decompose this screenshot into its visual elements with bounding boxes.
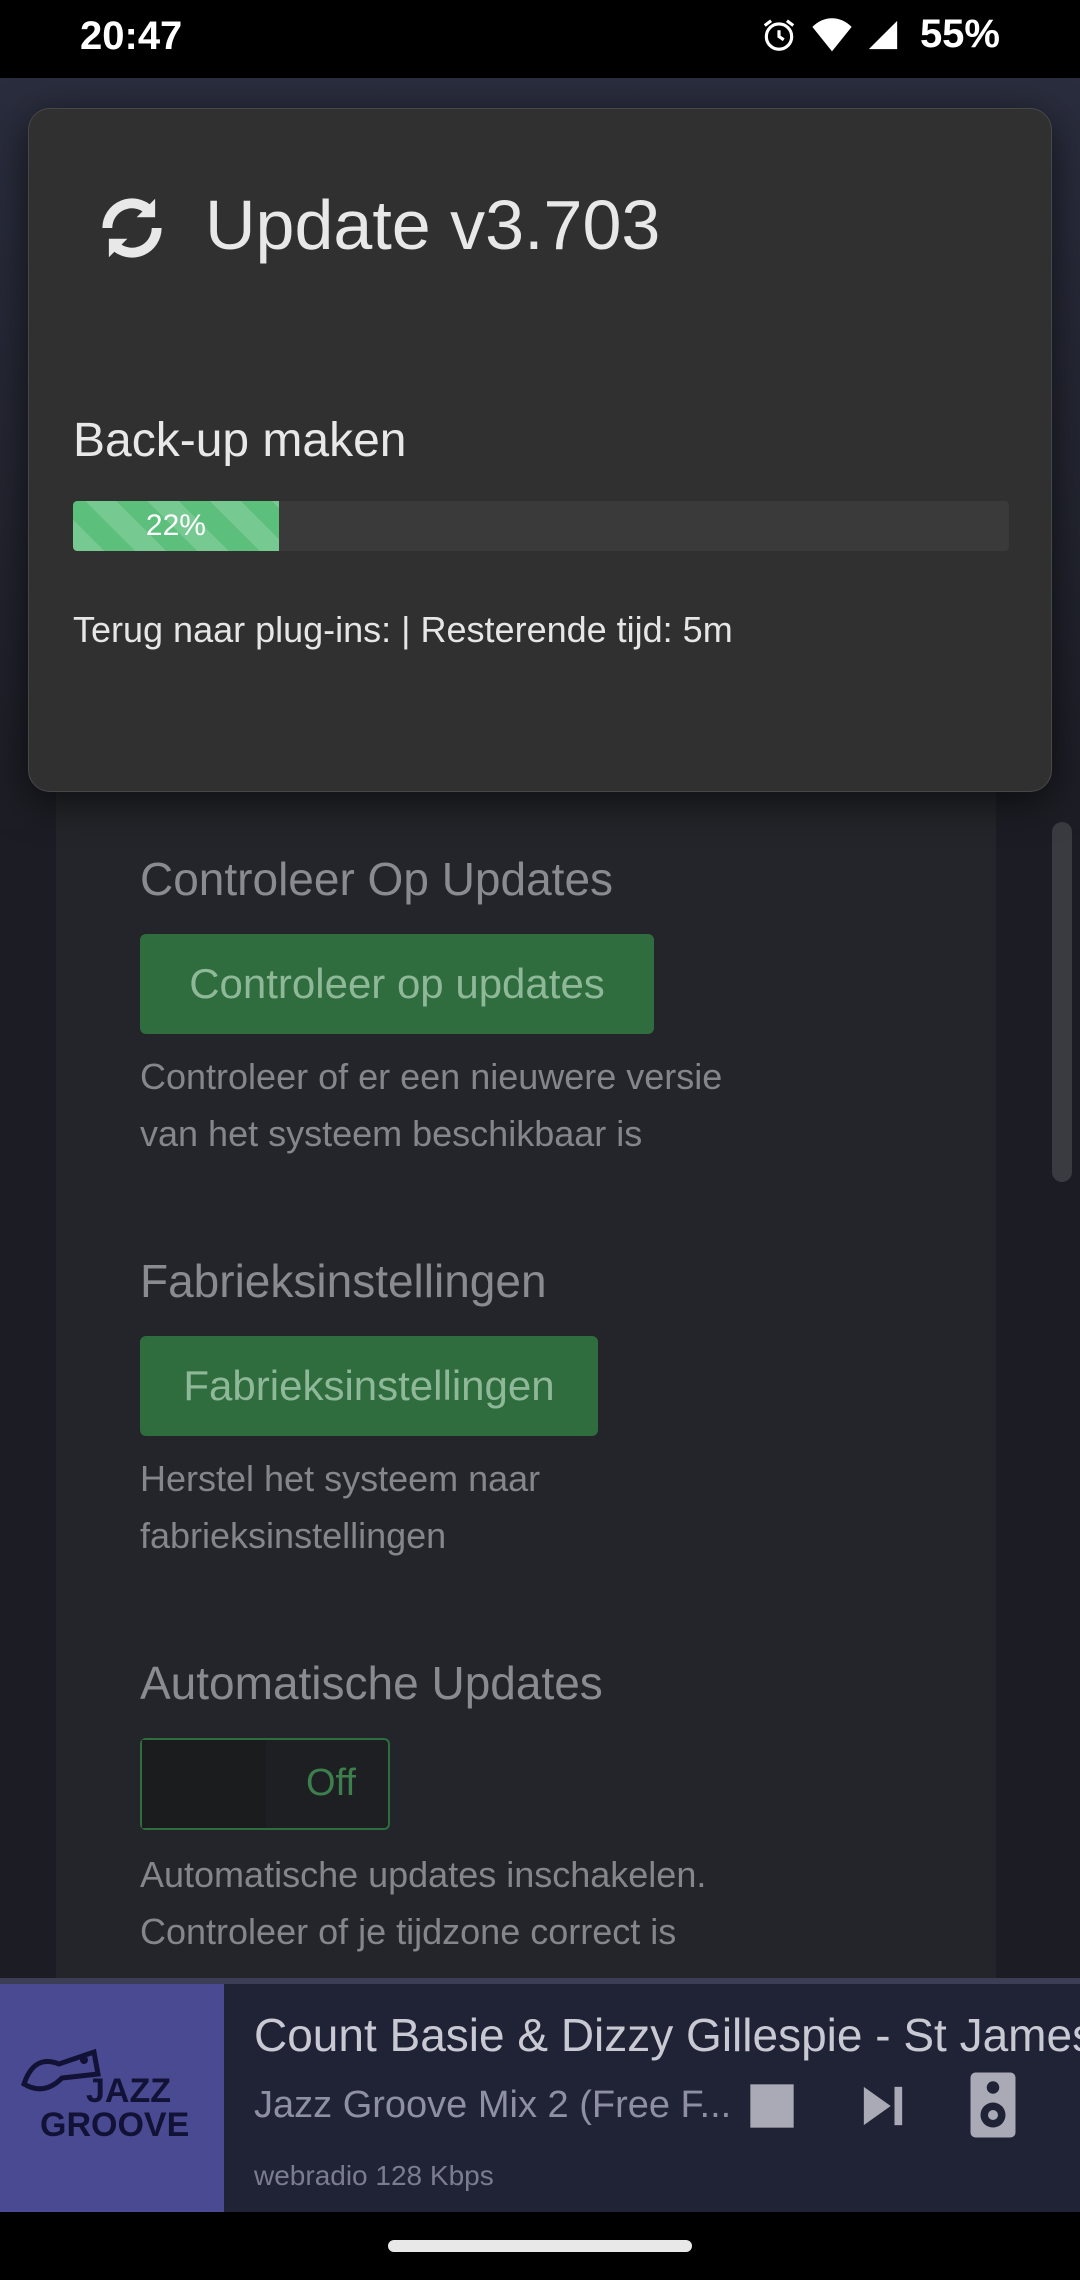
stop-icon[interactable] <box>746 2080 798 2132</box>
sync-icon <box>102 198 162 258</box>
progress-percent: 22% <box>145 509 206 542</box>
speaker-icon[interactable] <box>968 2070 1018 2140</box>
cover-logo-text: JAZZ GROOVE <box>40 2074 189 2142</box>
progress-info: Terug naar plug-ins: | Resterende tijd: … <box>73 609 733 650</box>
status-bar: 20:47 55% <box>0 0 1080 78</box>
status-time: 20:47 <box>80 14 183 58</box>
update-modal: Update v3.703 Back-up maken 22% Terug na… <box>28 108 1052 792</box>
track-title: Count Basie & Dizzy Gillespie - St James <box>254 2009 1080 2061</box>
auto-updates-title: Automatische Updates <box>140 1657 603 1709</box>
status-icons: 55% <box>760 12 1000 57</box>
next-icon[interactable] <box>860 2080 906 2132</box>
cover-logo-line2: GROOVE <box>40 2106 190 2144</box>
auto-updates-description-line1: Automatische updates inschakelen. <box>140 1854 707 1895</box>
navigation-bar <box>0 2212 1080 2280</box>
toggle-state-label: Off <box>306 1762 356 1804</box>
auto-updates-description: Automatische updates inschakelen. Contro… <box>140 1846 706 1960</box>
toggle-knob <box>142 1740 266 1828</box>
check-updates-description: Controleer of er een nieuwere versie van… <box>140 1048 722 1162</box>
factory-reset-description: Herstel het systeem naar fabrieksinstell… <box>140 1450 540 1564</box>
progress-bar: 22% <box>73 501 1009 551</box>
scrollbar[interactable] <box>1052 822 1072 1182</box>
stream-bitrate: webradio 128 Kbps <box>254 2160 494 2191</box>
auto-updates-toggle[interactable]: Off <box>140 1738 390 1830</box>
check-updates-title: Controleer Op Updates <box>140 853 614 905</box>
station-name: Jazz Groove Mix 2 (Free F... <box>254 2084 732 2126</box>
check-updates-description-line2: van het systeem beschikbaar is <box>140 1113 643 1154</box>
home-gesture-pill[interactable] <box>388 2240 692 2252</box>
factory-reset-description-line1: Herstel het systeem naar <box>140 1458 541 1499</box>
station-cover-art: JAZZ GROOVE <box>0 1984 224 2212</box>
check-updates-description-line1: Controleer of er een nieuwere versie <box>140 1056 723 1097</box>
progress-fill: 22% <box>73 501 279 551</box>
wifi-icon <box>812 17 852 51</box>
factory-reset-button[interactable]: Fabrieksinstellingen <box>140 1336 598 1436</box>
modal-title: Update v3.703 <box>205 186 661 264</box>
progress-step-label: Back-up maken <box>73 414 407 467</box>
check-updates-button[interactable]: Controleer op updates <box>140 934 654 1034</box>
alarm-icon <box>763 18 795 51</box>
auto-updates-description-line2: Controleer of je tijdzone correct is <box>140 1911 677 1952</box>
battery-percent: 55% <box>919 12 1000 56</box>
factory-reset-title: Fabrieksinstellingen <box>140 1255 547 1307</box>
factory-reset-description-line2: fabrieksinstellingen <box>140 1515 447 1556</box>
signal-icon <box>868 20 898 49</box>
cover-logo-line1: JAZZ <box>86 2072 171 2110</box>
now-playing-bar[interactable]: JAZZ GROOVE Count Basie & Dizzy Gillespi… <box>0 1978 1080 2212</box>
